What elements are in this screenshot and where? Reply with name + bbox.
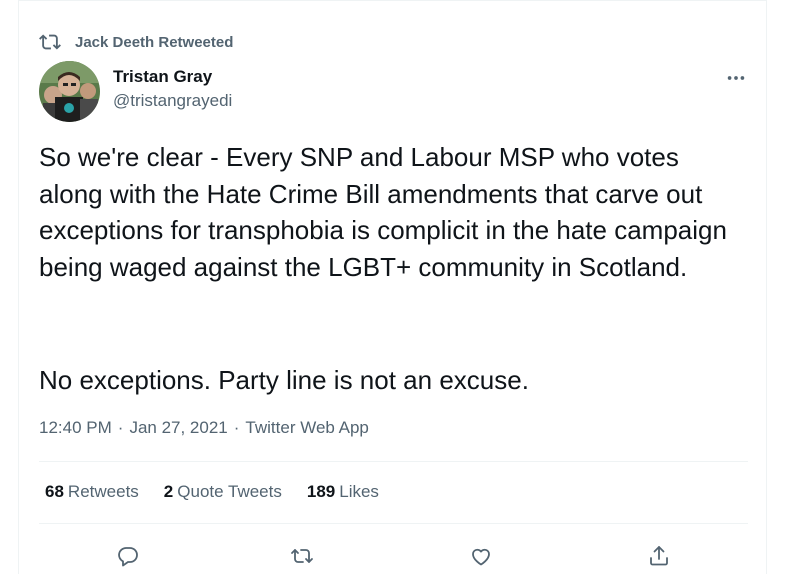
quote-tweets-label: Quote Tweets: [177, 482, 282, 501]
tweet-stats: 68 Retweets 2 Quote Tweets 189 Likes: [45, 482, 379, 502]
tweet-text-paragraph-1: So we're clear - Every SNP and Labour MS…: [39, 142, 735, 282]
retweet-button[interactable]: [287, 541, 317, 571]
likes-stat[interactable]: 189 Likes: [307, 482, 379, 502]
tweet-date[interactable]: Jan 27, 2021: [129, 418, 227, 438]
share-icon: [650, 546, 668, 566]
author-handle[interactable]: @tristangrayedi: [113, 91, 232, 111]
more-options-button[interactable]: [723, 65, 749, 91]
tweet-text-paragraph-2: No exceptions. Party line is not an excu…: [39, 365, 529, 395]
quote-tweets-stat[interactable]: 2 Quote Tweets: [164, 482, 282, 502]
meta-separator: ·: [233, 418, 240, 437]
retweet-icon: [39, 34, 61, 50]
quote-tweets-count: 2: [163, 482, 174, 501]
share-button[interactable]: [644, 541, 674, 571]
divider: [39, 461, 748, 462]
divider: [39, 523, 748, 524]
tweet-card: Jack Deeth Retweeted Tristan Gray @trist…: [18, 0, 767, 574]
retweets-label: Retweets: [67, 482, 139, 501]
like-button[interactable]: [466, 541, 496, 571]
tweet-actions: [19, 537, 768, 573]
social-context-text: Jack Deeth Retweeted: [75, 33, 234, 51]
meta-separator: ·: [117, 418, 124, 437]
likes-label: Likes: [339, 482, 379, 501]
retweets-count: 68: [45, 482, 64, 501]
heart-icon: [472, 548, 490, 566]
avatar[interactable]: [39, 61, 100, 122]
reply-button[interactable]: [113, 541, 143, 571]
reply-icon: [118, 547, 138, 567]
social-context[interactable]: Jack Deeth Retweeted: [39, 31, 233, 53]
retweets-stat[interactable]: 68 Retweets: [45, 482, 139, 502]
author-name[interactable]: Tristan Gray: [113, 67, 212, 87]
tweet-time[interactable]: 12:40 PM: [39, 418, 112, 438]
tweet-source[interactable]: Twitter Web App: [245, 418, 368, 438]
retweet-icon: [291, 549, 313, 563]
more-icon: [727, 76, 745, 80]
likes-count: 189: [306, 482, 336, 501]
tweet-meta: 12:40 PM · Jan 27, 2021 · Twitter Web Ap…: [39, 418, 369, 438]
